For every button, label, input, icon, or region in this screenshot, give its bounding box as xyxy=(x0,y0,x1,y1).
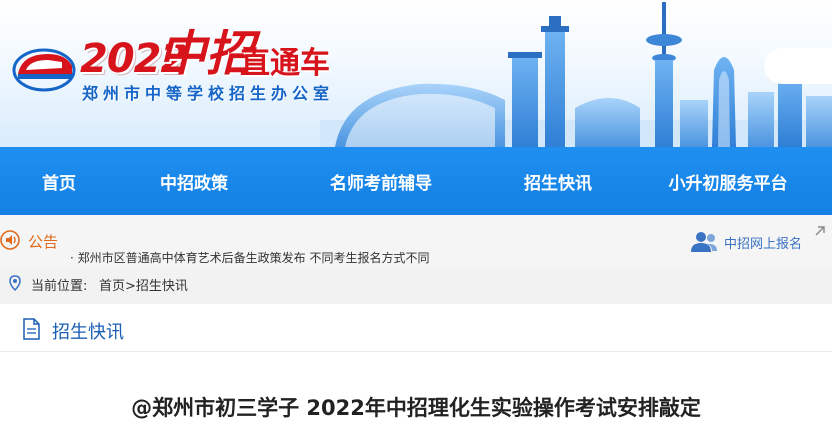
banner-office-name: 郑州市中等学校招生办公室 xyxy=(82,84,335,103)
breadcrumb-path: 首页>招生快讯 xyxy=(99,275,188,294)
nav-item-news[interactable]: 招生快讯 xyxy=(492,169,624,194)
breadcrumb: 当前位置: 首页>招生快讯 xyxy=(0,267,832,299)
nav-item-home[interactable]: 首页 xyxy=(0,169,118,194)
nav-item-tutoring[interactable]: 名师考前辅导 xyxy=(270,169,492,194)
section-header: 招生快讯 xyxy=(0,304,832,352)
section-title: 招生快讯 xyxy=(52,322,124,343)
speaker-icon xyxy=(0,230,20,250)
notice-label: 公告 xyxy=(28,233,59,251)
breadcrumb-current-link[interactable]: 招生快讯 xyxy=(136,279,188,294)
chevron-up-right-icon[interactable] xyxy=(814,225,826,237)
main-nav: 首页 中招政策 名师考前辅导 招生快讯 小升初服务平台 xyxy=(0,147,832,215)
article-title: @郑州市初三学子 2022年中招理化生实验操作考试安排敲定 xyxy=(131,396,701,420)
breadcrumb-home-link[interactable]: 首页 xyxy=(99,279,125,294)
site-banner: 2022 中招 直通车 郑州市中等学校招生办公室 xyxy=(0,0,832,147)
users-icon xyxy=(691,232,717,252)
location-pin-icon xyxy=(9,275,21,291)
banner-search-pill[interactable] xyxy=(764,48,832,84)
nav-item-primary-platform[interactable]: 小升初服务平台 xyxy=(624,169,832,194)
notice-bar: 公告 · 郑州市区普通高中体育艺术后备生政策发布 不同考生报名方式不同 中招网上… xyxy=(0,215,832,267)
notice-ticker-link[interactable]: · 郑州市区普通高中体育艺术后备生政策发布 不同考生报名方式不同 xyxy=(70,249,429,266)
train-logo-icon xyxy=(12,48,76,92)
nav-item-policy[interactable]: 中招政策 xyxy=(118,169,270,194)
document-icon xyxy=(23,318,40,340)
breadcrumb-label: 当前位置: xyxy=(31,279,88,294)
banner-title-sub: 直通车 xyxy=(240,46,330,81)
online-signup-label: 中招网上报名 xyxy=(724,236,803,252)
breadcrumb-separator: > xyxy=(125,279,136,294)
online-signup-link[interactable]: 中招网上报名 xyxy=(690,226,825,253)
content-card: 招生快讯 @郑州市初三学子 2022年中招理化生实验操作考试安排敲定 xyxy=(0,304,832,444)
